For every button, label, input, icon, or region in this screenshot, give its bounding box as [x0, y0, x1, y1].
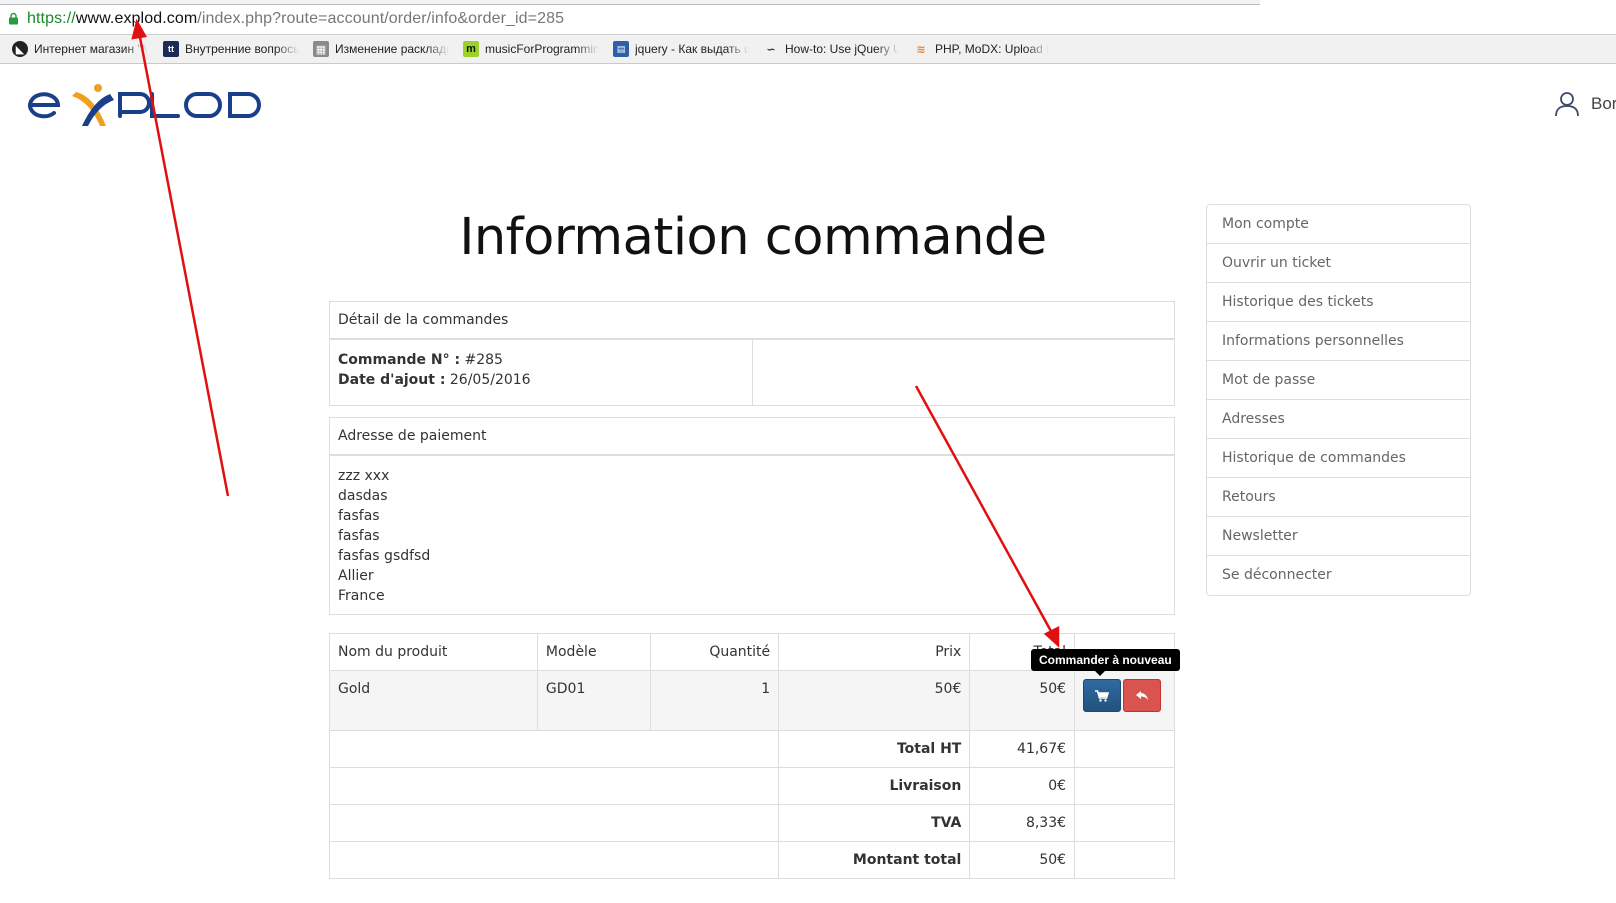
address-line: Allier [338, 568, 374, 584]
totals-value: 50€ [969, 841, 1076, 879]
sidebar-item-mon-compte[interactable]: Mon compte [1207, 205, 1470, 244]
reply-arrow-icon [1136, 690, 1149, 700]
payment-address-table: Adresse de paiement zzz xxx dasdas fasfa… [329, 417, 1175, 615]
order-date-label: Date d'ajout : [338, 372, 446, 388]
address-line: France [338, 588, 385, 604]
order-details-table: Détail de la commandes Commande N° : #28… [329, 301, 1175, 406]
reorder-button[interactable] [1083, 679, 1122, 712]
address-line: fasfas [338, 528, 380, 544]
user-name[interactable]: Bor [1591, 94, 1616, 114]
totals-spacer [328, 804, 780, 842]
m-icon: m [463, 41, 479, 57]
totals-spacer [328, 841, 780, 879]
explod-logo[interactable] [26, 82, 266, 128]
totals-label: Total HT [778, 730, 971, 768]
bookmark-item[interactable]: ▦ Изменение раскладк [313, 40, 449, 58]
totals-empty [1074, 841, 1175, 879]
tt-icon: tt [163, 41, 179, 57]
shopping-cart-icon [1095, 689, 1110, 702]
account-sidebar: Mon compte Ouvrir un ticket Historique d… [1206, 204, 1471, 596]
col-header-quantity: Quantité [649, 633, 780, 671]
bookmark-label: Изменение раскладк [335, 42, 449, 56]
reorder-tooltip: Commander à nouveau [1031, 649, 1180, 676]
link-icon: ∽ [766, 43, 776, 56]
totals-value: 8,33€ [969, 804, 1076, 842]
user-icon[interactable] [1555, 91, 1579, 117]
tab-strip [0, 0, 1260, 5]
image-icon: ▦ [313, 41, 329, 57]
url-scheme: https:// [27, 10, 76, 27]
sidebar-item-informations-personnelles[interactable]: Informations personnelles [1207, 322, 1470, 361]
totals-row: Montant total 50€ [328, 841, 1175, 879]
bookmark-label: Интернет магазин "М [34, 42, 148, 56]
totals-row: Livraison 0€ [328, 767, 1175, 805]
address-line: dasdas [338, 488, 388, 504]
address-line: zzz xxx [338, 468, 390, 484]
order-info-cell: Commande N° : #285 Date d'ajout : 26/05/… [329, 338, 753, 406]
table-row: Gold GD01 1 50€ 50€ [329, 670, 1175, 731]
payment-address-heading: Adresse de paiement [329, 417, 1175, 456]
sidebar-item-ouvrir-ticket[interactable]: Ouvrir un ticket [1207, 244, 1470, 283]
totals-value: 0€ [969, 767, 1076, 805]
page-title: Information commande [459, 208, 1047, 267]
payment-address-body: zzz xxx dasdas fasfas fasfas fasfas gsdf… [329, 454, 1175, 615]
product-total: 50€ [969, 670, 1076, 731]
totals-row: Total HT 41,67€ [328, 730, 1175, 768]
product-quantity: 1 [649, 670, 780, 731]
totals-empty [1074, 767, 1175, 805]
totals-value: 41,67€ [969, 730, 1076, 768]
order-number-label: Commande N° : [338, 352, 461, 368]
totals-spacer [328, 730, 780, 768]
sidebar-item-historique-tickets[interactable]: Historique des tickets [1207, 283, 1470, 322]
order-details-heading: Détail de la commandes [329, 301, 1175, 340]
address-bar[interactable]: https://www.explod.com/index.php?route=a… [0, 0, 1616, 35]
sidebar-item-historique-commandes[interactable]: Historique de commandes [1207, 439, 1470, 478]
sidebar-item-se-deconnecter[interactable]: Se déconnecter [1207, 556, 1470, 595]
bookmark-item[interactable]: tt Внутренние вопросы [163, 40, 299, 58]
address-line: fasfas gsdfsd [338, 548, 431, 564]
address-line: fasfas [338, 508, 380, 524]
return-button[interactable] [1123, 679, 1162, 712]
doc-icon: ▤ [613, 41, 629, 57]
url-host: www.explod.com [75, 10, 198, 27]
sidebar-item-retours[interactable]: Retours [1207, 478, 1470, 517]
totals-empty [1074, 804, 1175, 842]
totals-label: Montant total [778, 841, 971, 879]
wolf-icon: ◣ [12, 41, 28, 57]
bookmark-label: jquery - Как выдать ф [635, 42, 749, 56]
order-number-value: #285 [464, 352, 503, 368]
bookmark-item[interactable]: ≋ PHP, MoDX: Upload fi [913, 40, 1049, 58]
bookmarks-bar: ◣ Интернет магазин "М tt Внутренние вопр… [0, 35, 1616, 64]
totals-label: TVA [778, 804, 971, 842]
bookmark-label: How-to: Use jQuery U [785, 42, 899, 56]
lock-icon [9, 12, 18, 25]
bookmark-item[interactable]: m musicForProgrammin [463, 40, 599, 58]
order-date-value: 26/05/2016 [449, 372, 531, 388]
sidebar-item-newsletter[interactable]: Newsletter [1207, 517, 1470, 556]
bookmark-label: Внутренние вопросы [185, 42, 299, 56]
stack-icon: ≋ [916, 43, 926, 56]
product-price: 50€ [778, 670, 971, 731]
col-header-model: Modèle [536, 633, 651, 671]
bookmark-label: musicForProgrammin [485, 42, 599, 56]
bookmark-item[interactable]: ◣ Интернет магазин "М [12, 40, 148, 58]
url-text[interactable]: https://www.explod.com/index.php?route=a… [27, 10, 564, 28]
totals-label: Livraison [778, 767, 971, 805]
order-extra-cell [751, 338, 1175, 406]
bookmark-item[interactable]: ▤ jquery - Как выдать ф [613, 40, 749, 58]
sidebar-item-mot-de-passe[interactable]: Mot de passe [1207, 361, 1470, 400]
product-actions [1074, 670, 1175, 731]
col-header-name: Nom du produit [329, 633, 538, 671]
product-model: GD01 [536, 670, 651, 731]
sidebar-item-adresses[interactable]: Adresses [1207, 400, 1470, 439]
url-path: /index.php?route=account/order/info&orde… [197, 10, 565, 27]
product-name: Gold [329, 670, 538, 731]
totals-row: TVA 8,33€ [328, 804, 1175, 842]
totals-spacer [328, 767, 780, 805]
bookmark-item[interactable]: ∽ How-to: Use jQuery U [763, 40, 899, 58]
totals-empty [1074, 730, 1175, 768]
col-header-price: Prix [778, 633, 971, 671]
bookmark-label: PHP, MoDX: Upload fi [935, 42, 1049, 56]
